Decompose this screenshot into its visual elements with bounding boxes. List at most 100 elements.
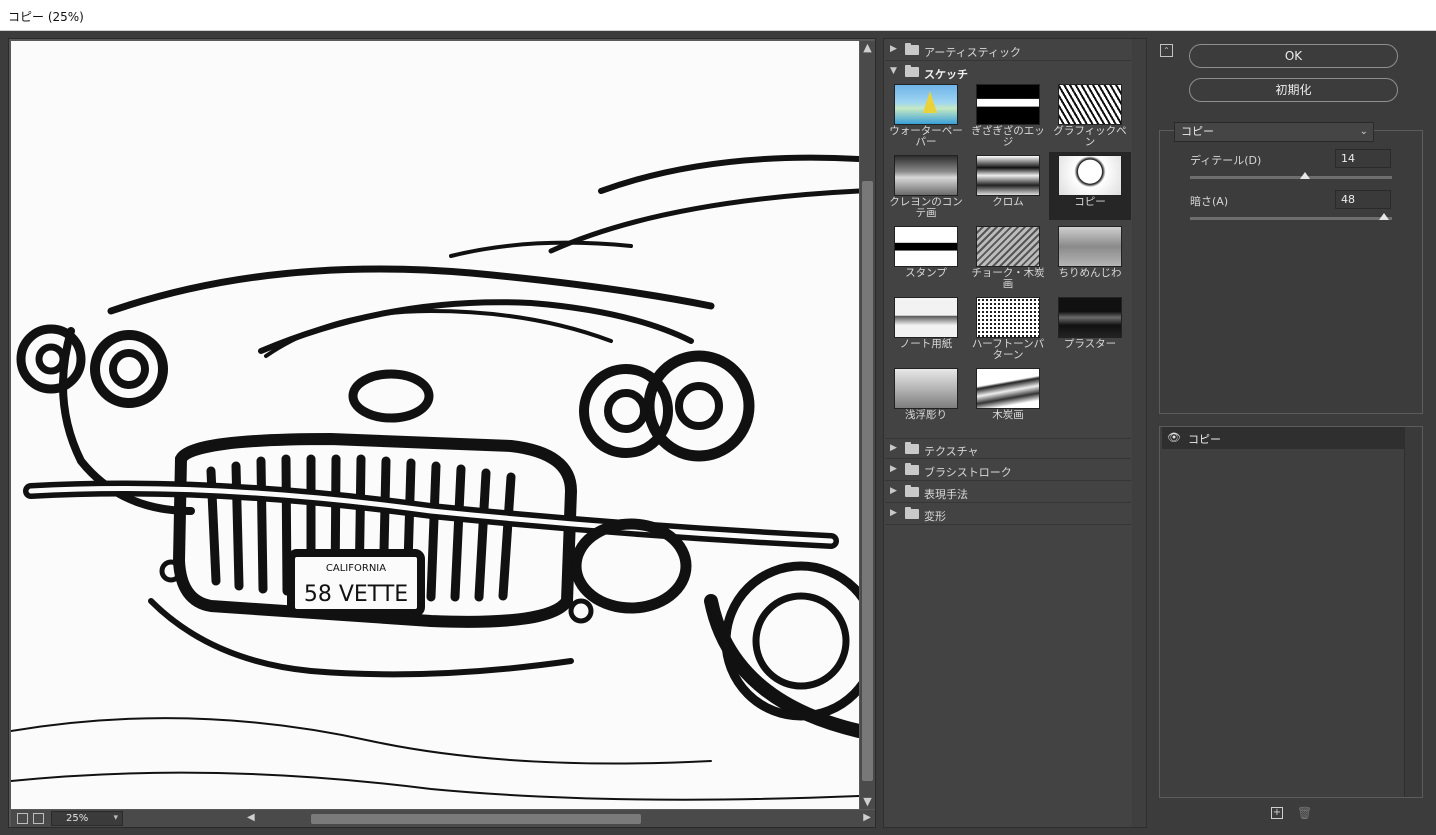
filter-label: ぎざぎざのエッジ — [971, 125, 1045, 148]
category-stylize[interactable]: ▶ 表現手法 — [885, 482, 1131, 503]
filter-thumb-reticulation[interactable]: ちりめんじわ — [1049, 223, 1131, 291]
settings-panel: ⌃ OK 初期化 コピー ⌄ ディテール(D) 14 暗さ(A) 48 👁 コピ… — [1152, 38, 1434, 828]
darkness-slider-handle[interactable] — [1378, 213, 1389, 220]
filter-thumb-photocopy[interactable]: コピー — [1049, 152, 1131, 220]
filter-label: クロム — [992, 196, 1024, 208]
filter-label: コピー — [1074, 196, 1106, 208]
detail-input[interactable]: 14 — [1335, 149, 1391, 168]
chevron-down-icon: ▾ — [113, 813, 118, 823]
scroll-up-icon[interactable]: ▲ — [860, 41, 875, 55]
note-paper-thumbnail — [894, 297, 958, 338]
new-effect-layer-icon[interactable]: + — [1271, 807, 1283, 819]
chevron-down-icon: ⌄ — [1359, 126, 1368, 137]
reset-button[interactable]: 初期化 — [1189, 78, 1398, 102]
torn-edges-thumbnail — [976, 84, 1040, 125]
collapse-gallery-icon[interactable]: ⌃ — [1160, 44, 1173, 57]
folder-icon — [905, 65, 919, 77]
ok-button[interactable]: OK — [1189, 44, 1398, 68]
expand-triangle-icon: ▶ — [890, 486, 897, 496]
chalk-charcoal-thumbnail — [976, 226, 1040, 267]
eye-icon[interactable]: 👁 — [1167, 431, 1181, 444]
effect-layer-name: コピー — [1188, 433, 1221, 446]
filter-thumb-bas-relief[interactable]: 浅浮彫り — [885, 365, 967, 433]
zoom-value: 25% — [66, 813, 89, 824]
folder-icon — [905, 43, 919, 55]
category-brush-strokes[interactable]: ▶ ブラシストローク — [885, 460, 1131, 481]
expand-triangle-icon: ▶ — [890, 464, 897, 474]
category-artistic[interactable]: ▶ アーティスティック — [885, 40, 1131, 61]
filter-label: 木炭画 — [992, 409, 1024, 421]
preview-area: CALIFORNIA 58 VETTE ▲ ▼ 25% ▾ ◀ ▶ — [8, 38, 876, 828]
plate-number-text: 58 VETTE — [304, 582, 408, 607]
chrome-thumbnail — [976, 155, 1040, 196]
filter-thumb-graphic-pen[interactable]: グラフィックペン — [1049, 81, 1131, 149]
category-texture[interactable]: ▶ テクスチャ — [885, 438, 1131, 459]
vertical-scroll-thumb[interactable] — [862, 181, 873, 781]
expand-triangle-icon: ▶ — [890, 443, 897, 453]
filter-select-value: コピー — [1181, 125, 1214, 138]
filter-thumb-conte-crayon[interactable]: クレヨンのコンテ画 — [885, 152, 967, 220]
detail-label: ディテール(D) — [1190, 154, 1262, 167]
darkness-input[interactable]: 48 — [1335, 190, 1391, 209]
plaster-thumbnail — [1058, 297, 1122, 338]
filter-settings-box: コピー ⌄ ディテール(D) 14 暗さ(A) 48 — [1159, 122, 1423, 414]
category-label: テクスチャ — [924, 445, 979, 458]
filter-label: ちりめんじわ — [1058, 267, 1122, 279]
filter-thumb-plaster[interactable]: プラスター — [1049, 294, 1131, 362]
filter-gallery: ▶ アーティスティック ▼ スケッチ ウォーターペーパー ぎざぎざのエッジ グラ… — [883, 38, 1147, 828]
category-label: ブラシストローク — [924, 466, 1012, 479]
category-sketch[interactable]: ▼ スケッチ — [885, 62, 1131, 83]
horizontal-scroll-thumb[interactable] — [311, 814, 641, 824]
folder-icon — [905, 507, 919, 519]
detail-slider-handle[interactable] — [1300, 172, 1311, 179]
filter-label: ハーフトーンパターン — [971, 338, 1045, 361]
window-titlebar: コピー (25%) — [0, 0, 1436, 31]
window-title: コピー (25%) — [8, 10, 84, 24]
filter-label: プラスター — [1063, 338, 1117, 350]
reticulation-thumbnail — [1058, 226, 1122, 267]
bas-relief-thumbnail — [894, 368, 958, 409]
plate-state-text: CALIFORNIA — [326, 563, 386, 574]
filter-label: グラフィックペン — [1053, 125, 1127, 148]
halftone-pattern-thumbnail — [976, 297, 1040, 338]
scroll-right-icon[interactable]: ▶ — [863, 812, 871, 823]
scroll-left-icon[interactable]: ◀ — [247, 812, 255, 823]
filter-thumb-stamp[interactable]: スタンプ — [885, 223, 967, 291]
layers-scrollbar[interactable] — [1404, 427, 1422, 797]
expand-triangle-icon: ▶ — [890, 44, 897, 54]
filter-thumb-chrome[interactable]: クロム — [967, 152, 1049, 220]
filter-thumb-note-paper[interactable]: ノート用紙 — [885, 294, 967, 362]
scroll-down-icon[interactable]: ▼ — [860, 795, 875, 809]
folder-icon — [905, 485, 919, 497]
conte-crayon-thumbnail — [894, 155, 958, 196]
filter-label: 浅浮彫り — [905, 409, 947, 421]
filter-thumb-halftone[interactable]: ハーフトーンパターン — [967, 294, 1049, 362]
filter-thumb-charcoal[interactable]: 木炭画 — [967, 365, 1049, 433]
effect-layer-row[interactable]: 👁 コピー — [1162, 427, 1404, 449]
graphic-pen-thumbnail — [1058, 84, 1122, 125]
photocopy-thumbnail — [1058, 155, 1122, 196]
car-sketch-image: CALIFORNIA 58 VETTE — [11, 41, 859, 809]
darkness-slider[interactable] — [1190, 217, 1392, 220]
detail-slider[interactable] — [1190, 176, 1392, 179]
category-distort[interactable]: ▶ 変形 — [885, 504, 1131, 525]
darkness-label: 暗さ(A) — [1190, 195, 1229, 208]
zoom-in-icon[interactable] — [33, 813, 44, 824]
filter-thumb-chalk-charcoal[interactable]: チョーク・木炭画 — [967, 223, 1049, 291]
filter-label: スタンプ — [905, 267, 947, 279]
trash-icon[interactable]: 🗑 — [1297, 806, 1312, 820]
water-paper-thumbnail — [894, 84, 958, 125]
category-label: 変形 — [924, 510, 946, 523]
filter-thumb-torn-edges[interactable]: ぎざぎざのエッジ — [967, 81, 1049, 149]
zoom-out-icon[interactable] — [17, 813, 28, 824]
charcoal-thumbnail — [976, 368, 1040, 409]
effect-layers-panel: 👁 コピー — [1159, 426, 1423, 798]
preview-canvas[interactable]: CALIFORNIA 58 VETTE — [11, 41, 859, 809]
gallery-scrollbar[interactable] — [1132, 39, 1146, 827]
category-label: 表現手法 — [924, 488, 968, 501]
filter-select[interactable]: コピー ⌄ — [1174, 122, 1374, 142]
filter-thumb-water-paper[interactable]: ウォーターペーパー — [885, 81, 967, 149]
folder-icon — [905, 463, 919, 475]
preview-vertical-scrollbar[interactable]: ▲ ▼ — [860, 41, 875, 809]
zoom-select[interactable]: 25% ▾ — [51, 811, 123, 826]
